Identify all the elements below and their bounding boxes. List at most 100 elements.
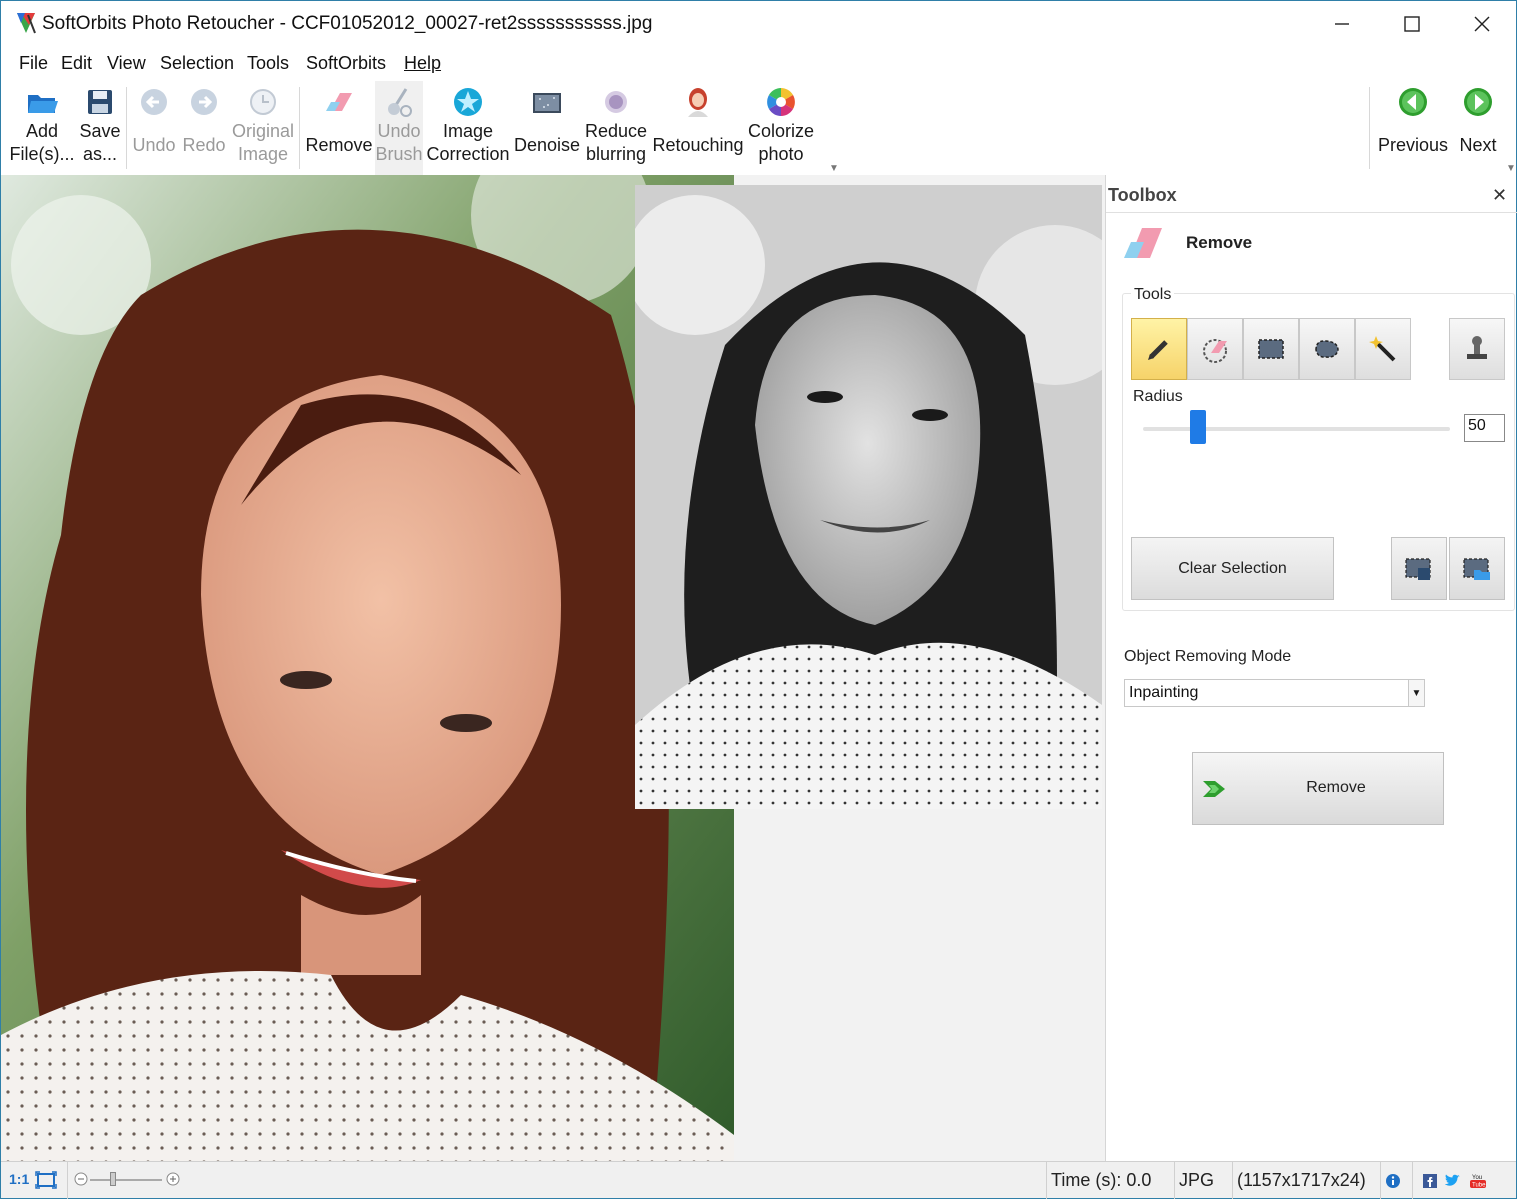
twitter-icon[interactable] bbox=[1445, 1174, 1461, 1188]
time-status-text: Time (s): 0.0 bbox=[1051, 1170, 1152, 1190]
menu-bar: File Edit View Selection Tools SoftOrbit… bbox=[1, 49, 1516, 79]
original-image-button[interactable]: Original Image bbox=[229, 81, 297, 175]
tools-label: Tools bbox=[1131, 286, 1175, 304]
load-mask-icon bbox=[1463, 557, 1490, 580]
zoom-actual-size-button[interactable]: 1:1 bbox=[9, 1171, 29, 1187]
clear-selection-button[interactable]: Clear Selection bbox=[1131, 537, 1334, 600]
image-correction-button[interactable]: Image Correction bbox=[425, 81, 511, 175]
redo-label: Redo bbox=[182, 135, 226, 155]
previous-label: Previous bbox=[1377, 135, 1449, 155]
radius-input[interactable]: 50 bbox=[1464, 414, 1505, 442]
star-gear-icon bbox=[454, 88, 482, 116]
chevron-down-icon[interactable]: ▼ bbox=[1408, 680, 1424, 706]
info-icon[interactable] bbox=[1385, 1173, 1401, 1189]
eraser-tool-button[interactable] bbox=[1187, 318, 1243, 380]
magic-wand-icon bbox=[1369, 336, 1396, 362]
facebook-icon[interactable] bbox=[1423, 1173, 1437, 1188]
clock-icon bbox=[250, 89, 276, 115]
arrow-left-icon bbox=[1399, 88, 1427, 116]
zoom-out-icon[interactable] bbox=[74, 1172, 88, 1186]
main-toolbar: Add File(s)... Save as... Undo Redo Orig… bbox=[1, 81, 1516, 175]
arrow-right-icon bbox=[1464, 88, 1492, 116]
bw-original-photo-image bbox=[635, 185, 1102, 809]
menu-softorbits[interactable]: SoftOrbits bbox=[306, 53, 386, 74]
woman-face-icon bbox=[688, 88, 708, 117]
menu-tools[interactable]: Tools bbox=[247, 53, 289, 74]
menu-help[interactable]: Help bbox=[404, 53, 441, 74]
remove-tool-label: Remove bbox=[305, 135, 373, 155]
brush-icon bbox=[388, 88, 412, 117]
pencil-tool-button[interactable] bbox=[1131, 318, 1187, 380]
toolbox-header: Toolbox ✕ bbox=[1106, 175, 1517, 213]
previous-button[interactable]: Previous bbox=[1375, 81, 1451, 175]
colorize-photo-button[interactable]: Colorize photo bbox=[745, 81, 817, 175]
lasso-select-button[interactable] bbox=[1299, 318, 1355, 380]
remove-section-title: Remove bbox=[1186, 233, 1253, 252]
load-selection-button[interactable] bbox=[1449, 537, 1505, 600]
maximize-button[interactable] bbox=[1377, 1, 1447, 47]
denoise-button[interactable]: Denoise bbox=[511, 81, 583, 175]
menu-file[interactable]: File bbox=[19, 53, 48, 74]
add-files-button[interactable]: Add File(s)... bbox=[9, 81, 75, 175]
image-correction-label-1: Image bbox=[442, 121, 494, 141]
floppy-disk-icon bbox=[88, 90, 112, 114]
retouching-label: Retouching bbox=[652, 135, 744, 155]
toolbox-close-icon[interactable]: ✕ bbox=[1492, 185, 1507, 206]
next-label: Next bbox=[1459, 135, 1497, 155]
color-wheel-icon bbox=[767, 88, 795, 116]
menu-edit[interactable]: Edit bbox=[61, 53, 92, 74]
menu-selection[interactable]: Selection bbox=[160, 53, 234, 74]
toolbar-separator bbox=[126, 87, 127, 169]
toolbar-overflow-icon[interactable]: ▼ bbox=[1506, 163, 1516, 174]
dimensions-status: (1157x1717x24) bbox=[1232, 1162, 1380, 1199]
toolbox-panel: Toolbox ✕ Remove Tools Radius 50 Clear S… bbox=[1105, 175, 1517, 1161]
add-files-label-1: Add bbox=[25, 121, 59, 141]
remove-run-button[interactable]: Remove bbox=[1192, 752, 1444, 825]
undo-button[interactable]: Undo bbox=[129, 81, 179, 175]
colorize-photo-label-2: photo bbox=[758, 144, 804, 164]
minimize-button[interactable] bbox=[1307, 1, 1377, 47]
zoom-in-icon[interactable] bbox=[166, 1172, 180, 1186]
title-bar: SoftOrbits Photo Retoucher - CCF01052012… bbox=[1, 1, 1516, 47]
reduce-blurring-button[interactable]: Reduce blurring bbox=[583, 81, 649, 175]
youtube-icon[interactable]: YouTube bbox=[1469, 1173, 1487, 1189]
magic-wand-button[interactable] bbox=[1355, 318, 1411, 380]
eraser-icon bbox=[326, 93, 352, 111]
add-files-label-2: File(s)... bbox=[9, 144, 75, 164]
eraser-circle-icon bbox=[1203, 339, 1227, 363]
next-button[interactable]: Next bbox=[1453, 81, 1503, 175]
radius-slider-thumb[interactable] bbox=[1190, 410, 1207, 444]
lasso-icon bbox=[1315, 340, 1339, 358]
save-selection-button[interactable] bbox=[1391, 537, 1447, 600]
save-as-button[interactable]: Save as... bbox=[75, 81, 125, 175]
toolbox-title: Toolbox bbox=[1108, 185, 1177, 205]
zoom-slider-thumb[interactable] bbox=[110, 1172, 116, 1186]
image-canvas[interactable] bbox=[1, 175, 1105, 1161]
undo-brush-button[interactable]: Undo Brush bbox=[375, 81, 423, 175]
redo-arrow-icon bbox=[191, 89, 217, 115]
undo-label: Undo bbox=[132, 135, 176, 155]
close-button[interactable] bbox=[1447, 1, 1517, 47]
remove-tool-button[interactable]: Remove bbox=[303, 81, 375, 175]
social-links: You Tube bbox=[1412, 1162, 1516, 1199]
fit-to-window-icon[interactable] bbox=[35, 1171, 57, 1189]
rectangle-select-button[interactable] bbox=[1243, 318, 1299, 380]
undo-brush-label-2: Brush bbox=[375, 144, 423, 164]
toolbar-overflow-icon[interactable]: ▼ bbox=[829, 163, 839, 174]
maximize-icon bbox=[1404, 16, 1420, 32]
svg-text:Tube: Tube bbox=[1472, 1182, 1486, 1188]
retouching-button[interactable]: Retouching bbox=[651, 81, 745, 175]
colorize-photo-label-1: Colorize bbox=[747, 121, 815, 141]
radius-slider-track[interactable] bbox=[1143, 427, 1450, 431]
redo-button[interactable]: Redo bbox=[179, 81, 229, 175]
zoom-slider[interactable] bbox=[67, 1162, 183, 1199]
clone-stamp-button[interactable] bbox=[1449, 318, 1505, 380]
format-status-text: JPG bbox=[1179, 1170, 1215, 1190]
zoom-slider-track[interactable] bbox=[90, 1179, 162, 1181]
menu-view[interactable]: View bbox=[107, 53, 146, 74]
color-photo-image bbox=[1, 175, 734, 1161]
blur-circle-icon bbox=[605, 91, 627, 113]
eraser-icon bbox=[1124, 228, 1162, 258]
removing-mode-select[interactable]: Inpainting ▼ bbox=[1124, 679, 1425, 707]
rectangle-select-icon bbox=[1258, 339, 1284, 359]
